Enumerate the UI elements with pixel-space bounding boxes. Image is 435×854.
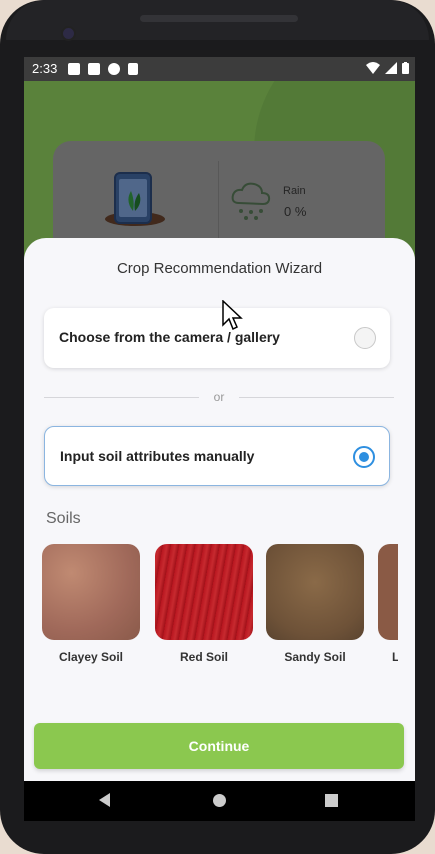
soil-card-partial[interactable]: L (378, 544, 398, 664)
soil-card-sandy[interactable]: Sandy Soil (266, 544, 364, 664)
back-icon[interactable] (99, 793, 110, 807)
android-nav-bar (24, 781, 415, 821)
home-icon[interactable] (213, 794, 226, 807)
earpiece-speaker (140, 15, 298, 22)
option-camera-gallery[interactable]: Choose from the camera / gallery (44, 308, 390, 368)
option-manual-input[interactable]: Input soil attributes manually (44, 426, 390, 486)
mouse-cursor-icon (222, 300, 243, 331)
notification-icon (108, 63, 120, 75)
signal-icon (385, 62, 397, 74)
wizard-title: Crop Recommendation Wizard (116, 260, 323, 277)
device-screen: 2:33 Rain 0 % Crop Recommendation Wizard… (24, 57, 415, 821)
phone-frame: 2:33 Rain 0 % Crop Recommendation Wizard… (0, 0, 435, 854)
clayey-soil-image (42, 544, 140, 640)
option-manual-input-label: Input soil attributes manually (60, 448, 255, 464)
app-background: Rain 0 % Crop Recommendation Wizard Choo… (24, 81, 415, 781)
red-soil-image (155, 544, 253, 640)
partial-soil-image (378, 544, 398, 640)
status-bar: 2:33 (24, 57, 415, 81)
or-separator: or (44, 390, 394, 404)
notification-icon (88, 63, 100, 75)
soil-name: Clayey Soil (58, 650, 124, 664)
soils-heading: Soils (46, 510, 81, 527)
sandy-soil-image (266, 544, 364, 640)
option-camera-gallery-label: Choose from the camera / gallery (59, 329, 280, 345)
radio-manual-input[interactable] (353, 446, 375, 468)
soil-name: L (392, 650, 398, 664)
soil-name: Sandy Soil (284, 650, 346, 664)
status-icons-right (366, 62, 409, 74)
radio-camera-gallery[interactable] (354, 327, 376, 349)
battery-icon (402, 62, 409, 74)
front-camera (61, 26, 76, 41)
wifi-icon (366, 62, 380, 74)
notification-icon (68, 63, 80, 75)
continue-button[interactable]: Continue (34, 723, 404, 769)
soil-card-clayey[interactable]: Clayey Soil (42, 544, 140, 664)
soil-card-red[interactable]: Red Soil (155, 544, 253, 664)
crop-wizard-bottom-sheet: Crop Recommendation Wizard Choose from t… (24, 238, 415, 781)
soil-name: Red Soil (179, 650, 228, 664)
status-time: 2:33 (32, 61, 58, 76)
separator-line-right (239, 397, 394, 398)
sd-card-icon (128, 63, 138, 75)
recents-icon[interactable] (325, 794, 338, 807)
